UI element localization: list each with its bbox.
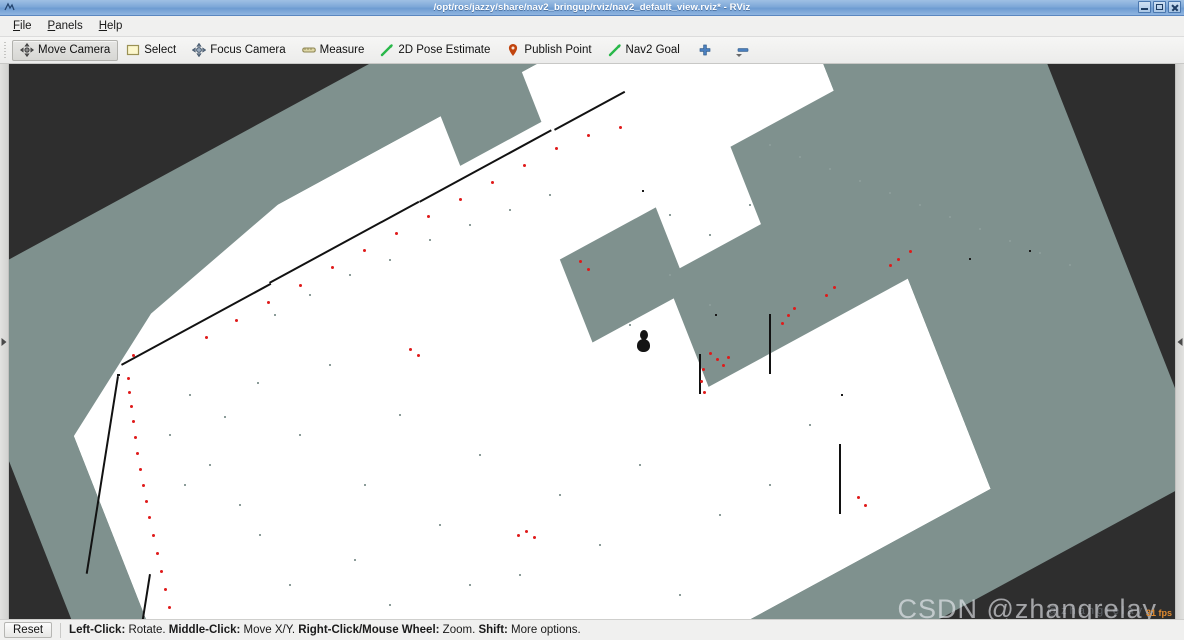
publish-point-icon xyxy=(506,43,520,57)
tool-2d-pose-estimate[interactable]: 2D Pose Estimate xyxy=(372,40,498,61)
robot-head xyxy=(640,330,648,340)
status-separator xyxy=(60,622,62,638)
pose-estimate-icon xyxy=(380,43,394,57)
hint-key-1: Middle-Click: xyxy=(168,624,241,636)
window-title: /opt/ros/jazzy/share/nav2_bringup/rviz/n… xyxy=(433,2,751,13)
robot-base xyxy=(637,339,650,352)
tool-nav2-goal-label: Nav2 Goal xyxy=(625,44,680,56)
select-icon xyxy=(126,43,140,57)
tool-move-camera-label: Move Camera xyxy=(38,44,111,56)
hint-key-3: Shift: xyxy=(478,624,508,636)
tool-zoom-out[interactable] xyxy=(726,40,764,61)
expand-right-panel-icon[interactable] xyxy=(1177,337,1183,346)
hint-text-3: More options. xyxy=(507,624,581,636)
toolbar-overflow-caret-icon[interactable] xyxy=(735,53,742,57)
minimize-button[interactable] xyxy=(1138,1,1151,13)
tool-focus-camera[interactable]: Focus Camera xyxy=(184,40,293,61)
displays-panel-splitter[interactable] xyxy=(0,64,9,619)
hint-text-2: Zoom. xyxy=(439,624,479,636)
tool-publish-point[interactable]: Publish Point xyxy=(498,40,599,61)
maximize-button[interactable] xyxy=(1153,1,1166,13)
main-body: @zhangrelay CSDN @zhangrelay 31 fps xyxy=(0,64,1184,619)
tool-nav2-goal[interactable]: Nav2 Goal xyxy=(600,40,688,61)
close-button[interactable] xyxy=(1168,1,1181,13)
tool-measure-label: Measure xyxy=(319,44,365,56)
menu-help-rest: elp xyxy=(107,20,123,32)
ogre-render-surface[interactable]: @zhangrelay CSDN @zhangrelay 31 fps xyxy=(9,64,1175,619)
menu-help[interactable]: Help xyxy=(91,18,131,34)
tool-select[interactable]: Select xyxy=(118,40,184,61)
menu-panels[interactable]: Panels xyxy=(40,18,91,34)
hint-key-2: Right-Click/Mouse Wheel: xyxy=(298,624,440,636)
focus-camera-icon xyxy=(192,43,207,57)
tool-select-label: Select xyxy=(144,44,177,56)
expand-left-panel-icon[interactable] xyxy=(1,337,7,346)
reset-button[interactable]: Reset xyxy=(4,622,53,638)
hint-key-0: Left-Click: xyxy=(69,624,126,636)
rviz-app-icon xyxy=(2,1,16,14)
tool-publish-point-label: Publish Point xyxy=(524,44,592,56)
fps-counter: 31 fps xyxy=(1145,608,1172,618)
title-bar[interactable]: /opt/ros/jazzy/share/nav2_bringup/rviz/n… xyxy=(0,0,1184,16)
tool-measure[interactable]: Measure xyxy=(294,40,373,61)
views-panel-splitter[interactable] xyxy=(1175,64,1184,619)
menu-panels-rest: anels xyxy=(55,20,83,32)
measure-icon xyxy=(301,43,316,57)
tool-move-camera[interactable]: Move Camera xyxy=(12,39,119,61)
status-hint: Left-Click: Rotate. Middle-Click: Move X… xyxy=(69,624,581,636)
tool-focus-camera-label: Focus Camera xyxy=(210,44,286,56)
render-viewport[interactable]: @zhangrelay CSDN @zhangrelay 31 fps xyxy=(9,64,1175,619)
tool-2d-pose-estimate-label: 2D Pose Estimate xyxy=(398,44,491,56)
hint-text-1: Move X/Y. xyxy=(240,624,299,636)
plus-icon xyxy=(698,43,712,57)
toolbar-grip[interactable] xyxy=(2,40,9,60)
move-camera-icon xyxy=(20,43,34,57)
tool-zoom-in[interactable] xyxy=(688,40,726,61)
nav2-goal-icon xyxy=(608,43,622,57)
window-controls xyxy=(1138,1,1181,13)
hint-text-0: Rotate. xyxy=(125,624,169,636)
point-cloud-layer xyxy=(9,64,1175,619)
menu-file-rest: ile xyxy=(20,20,32,32)
rviz-window: /opt/ros/jazzy/share/nav2_bringup/rviz/n… xyxy=(0,0,1184,640)
robot-model xyxy=(637,330,650,352)
tool-bar: Move Camera Select Focus Camera Measure … xyxy=(0,37,1184,64)
menu-bar: File Panels Help xyxy=(0,16,1184,37)
status-bar: Reset Left-Click: Rotate. Middle-Click: … xyxy=(0,619,1184,640)
menu-file[interactable]: File xyxy=(5,18,40,34)
